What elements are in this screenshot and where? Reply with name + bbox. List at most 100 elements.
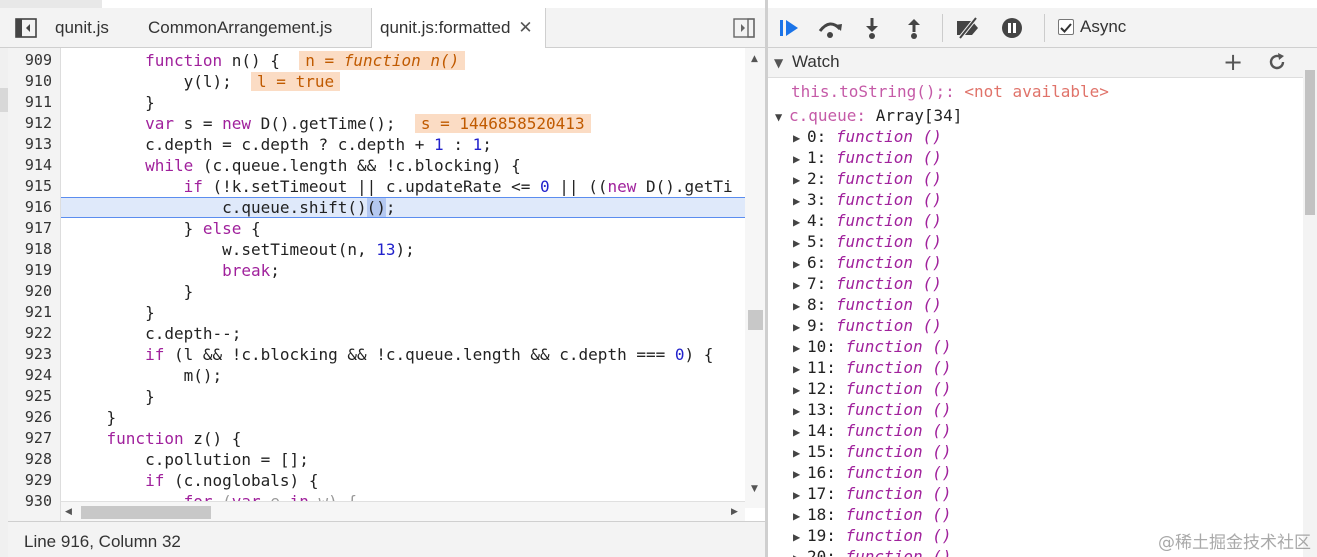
async-label[interactable]: Async: [1080, 17, 1126, 37]
close-icon[interactable]: ✕: [518, 18, 532, 37]
line-number[interactable]: 916: [25, 197, 52, 218]
line-gutter[interactable]: 909 910 911 912 913 914 915 916 917 918 919 920 921 9…: [8, 48, 61, 521]
line-number[interactable]: 910: [25, 71, 52, 92]
line-number[interactable]: 924: [25, 365, 52, 386]
line-number[interactable]: 913: [25, 134, 52, 155]
expand-triangle-icon[interactable]: ▶: [793, 443, 807, 464]
line-number[interactable]: 919: [25, 260, 52, 281]
line-number[interactable]: 930: [25, 491, 52, 512]
watch-section-header[interactable]: ▼ Watch +: [768, 48, 1303, 78]
line-number[interactable]: 918: [25, 239, 52, 260]
expand-triangle-icon[interactable]: ▶: [793, 485, 807, 506]
vertical-scroll-thumb[interactable]: [748, 310, 763, 330]
queue-item[interactable]: ▶ 19: function (): [793, 525, 952, 546]
watch-scroll-thumb[interactable]: [1305, 70, 1315, 215]
watch-scrollbar[interactable]: [1303, 48, 1317, 557]
line-number[interactable]: 917: [25, 218, 52, 239]
step-out-icon[interactable]: [900, 16, 928, 40]
sidebar-toggle-icon[interactable]: [14, 16, 42, 40]
queue-item[interactable]: ▶ 5: function (): [793, 231, 942, 252]
expand-triangle-icon[interactable]: ▶: [793, 527, 807, 548]
queue-item[interactable]: ▶ 12: function (): [793, 378, 952, 399]
queue-item[interactable]: ▶ 7: function (): [793, 273, 942, 294]
line-number[interactable]: 909: [25, 50, 52, 71]
tab-qunit-js[interactable]: qunit.js: [55, 8, 109, 48]
line-number[interactable]: 928: [25, 449, 52, 470]
expand-triangle-icon[interactable]: ▶: [793, 296, 807, 317]
expand-triangle-icon[interactable]: ▼: [775, 107, 789, 128]
queue-item[interactable]: ▶ 11: function (): [793, 357, 952, 378]
line-number[interactable]: 923: [25, 344, 52, 365]
tab-qunit-formatted[interactable]: qunit.js:formatted ✕: [371, 8, 546, 49]
expand-triangle-icon[interactable]: ▶: [793, 548, 807, 557]
line-number[interactable]: 926: [25, 407, 52, 428]
line-number[interactable]: 922: [25, 323, 52, 344]
line-number[interactable]: 925: [25, 386, 52, 407]
expand-triangle-icon[interactable]: ▶: [793, 338, 807, 359]
line-number[interactable]: 920: [25, 281, 52, 302]
tab-common-arrangement-js[interactable]: CommonArrangement.js: [148, 8, 332, 48]
expand-triangle-icon[interactable]: ▶: [793, 149, 807, 170]
queue-item[interactable]: ▶ 6: function (): [793, 252, 942, 273]
expand-triangle-icon[interactable]: ▶: [793, 212, 807, 233]
pause-on-exceptions-icon[interactable]: [998, 16, 1026, 40]
collapse-triangle-icon[interactable]: ▼: [774, 56, 783, 70]
editor-horizontal-scrollbar[interactable]: ◀ ▶: [61, 501, 745, 521]
queue-item[interactable]: ▶ 0: function (): [793, 126, 942, 147]
deactivate-breakpoints-icon[interactable]: [954, 16, 982, 40]
queue-item[interactable]: ▶ 10: function (): [793, 336, 952, 357]
queue-item[interactable]: ▶20: function (): [793, 546, 952, 557]
line-number[interactable]: 915: [25, 176, 52, 197]
line-number[interactable]: 929: [25, 470, 52, 491]
queue-item[interactable]: ▶ 14: function (): [793, 420, 952, 441]
code-line-924: m();: [68, 366, 223, 385]
queue-item[interactable]: ▶ 9: function (): [793, 315, 942, 336]
queue-item[interactable]: ▶ 16: function (): [793, 462, 952, 483]
line-number[interactable]: 914: [25, 155, 52, 176]
debugger-panel-toggle-icon[interactable]: [732, 16, 760, 40]
expand-triangle-icon[interactable]: ▶: [793, 359, 807, 380]
code-line-923: if (l && !c.blocking && !c.queue.length …: [145, 345, 714, 364]
line-number[interactable]: 912: [25, 113, 52, 134]
queue-item[interactable]: ▶ 15: function (): [793, 441, 952, 462]
line-number[interactable]: 911: [25, 92, 52, 113]
queue-item[interactable]: ▶ 8: function (): [793, 294, 942, 315]
expand-triangle-icon[interactable]: ▶: [793, 128, 807, 149]
expand-triangle-icon[interactable]: ▶: [793, 464, 807, 485]
queue-item[interactable]: ▶ 17: function (): [793, 483, 952, 504]
expand-triangle-icon[interactable]: ▶: [793, 506, 807, 527]
step-over-icon[interactable]: [816, 16, 844, 40]
queue-item[interactable]: ▶ 18: function (): [793, 504, 952, 525]
expand-triangle-icon[interactable]: ▶: [793, 422, 807, 443]
step-into-icon[interactable]: [858, 16, 886, 40]
expand-triangle-icon[interactable]: ▶: [793, 191, 807, 212]
async-checkbox[interactable]: [1058, 19, 1074, 35]
expand-triangle-icon[interactable]: ▶: [793, 380, 807, 401]
code-line-919: break;: [222, 261, 280, 280]
queue-item[interactable]: ▶ 13: function (): [793, 399, 952, 420]
expand-triangle-icon[interactable]: ▶: [793, 275, 807, 296]
expand-triangle-icon[interactable]: ▶: [793, 233, 807, 254]
expand-triangle-icon[interactable]: ▶: [793, 317, 807, 338]
expand-triangle-icon[interactable]: ▶: [793, 170, 807, 191]
code-line-921: }: [68, 303, 155, 322]
watch-expression[interactable]: this.toString();: <not available>: [791, 81, 1109, 102]
code-line-910: y(l); l = true: [68, 71, 341, 92]
queue-item[interactable]: ▶ 2: function (): [793, 168, 942, 189]
code-line-914: while (c.queue.length && !c.blocking) {: [145, 156, 521, 175]
line-number[interactable]: 921: [25, 302, 52, 323]
resume-icon[interactable]: [776, 16, 804, 40]
watch-expression-queue[interactable]: ▼ c.queue: Array[34]: [775, 105, 962, 126]
line-number[interactable]: 927: [25, 428, 52, 449]
refresh-icon[interactable]: [1266, 51, 1288, 73]
horizontal-scroll-thumb[interactable]: [81, 506, 211, 519]
add-watch-icon[interactable]: +: [1223, 50, 1243, 74]
editor-vertical-scrollbar[interactable]: ▲ ▼: [745, 48, 765, 508]
code-line-909: function n() { n = function n(): [68, 50, 466, 71]
queue-item[interactable]: ▶ 3: function (): [793, 189, 942, 210]
queue-item[interactable]: ▶ 1: function (): [793, 147, 942, 168]
queue-item[interactable]: ▶ 4: function (): [793, 210, 942, 231]
expand-triangle-icon[interactable]: ▶: [793, 401, 807, 422]
expand-triangle-icon[interactable]: ▶: [793, 254, 807, 275]
code-editor[interactable]: 909 910 911 912 913 914 915 916 917 918 919 920 921 9…: [8, 48, 765, 521]
